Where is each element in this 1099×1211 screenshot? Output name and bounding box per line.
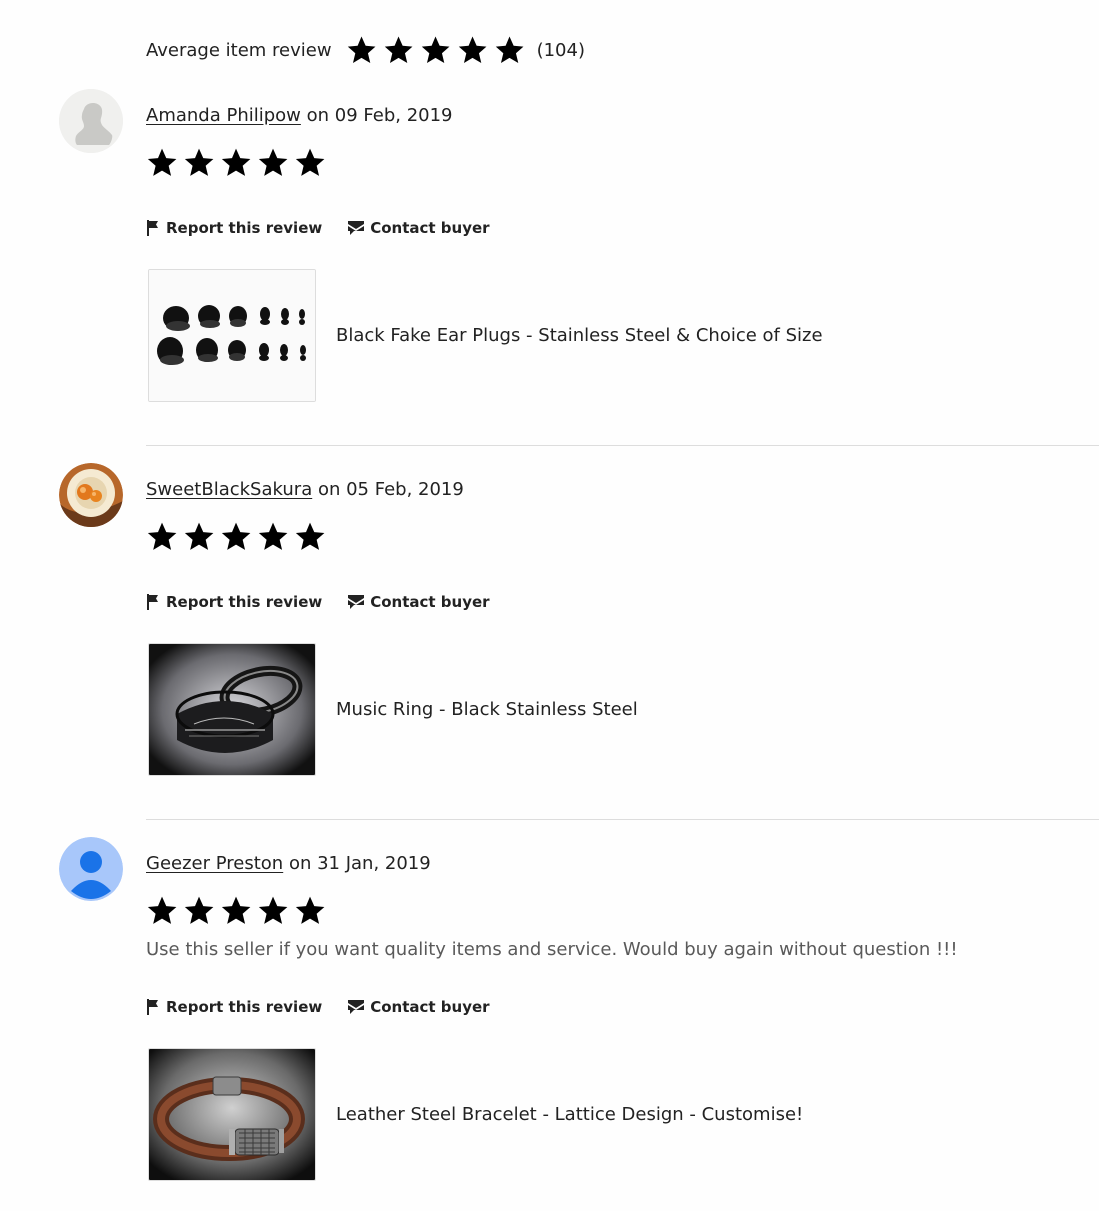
star-icon [146, 147, 178, 179]
product-title-link[interactable]: Black Fake Ear Plugs - Stainless Steel &… [336, 325, 823, 346]
review-rating-stars [146, 147, 326, 179]
review-divider [146, 819, 1099, 820]
review-date: on 05 Feb, 2019 [312, 479, 464, 500]
star-icon [220, 895, 252, 927]
ear-plugs-image [149, 270, 315, 401]
review-actions: Report this review Contact buyer [146, 998, 490, 1016]
report-review-button[interactable]: Report this review [146, 593, 322, 611]
envelope-icon [348, 595, 365, 609]
star-icon [257, 521, 289, 553]
contact-buyer-label: Contact buyer [370, 593, 490, 611]
review-date: on 09 Feb, 2019 [300, 105, 453, 126]
leather-bracelet-image [149, 1049, 315, 1180]
star-icon [220, 521, 252, 553]
report-review-label: Report this review [166, 593, 323, 611]
star-icon [420, 35, 451, 66]
contact-buyer-button[interactable]: Contact buyer [348, 593, 490, 611]
star-icon [383, 35, 414, 66]
review-rating-stars [146, 895, 326, 927]
star-icon [183, 147, 215, 179]
flag-icon [147, 594, 158, 610]
review-divider [146, 445, 1099, 446]
star-icon [457, 35, 488, 66]
product-thumbnail[interactable] [148, 643, 316, 776]
average-review-label: Average item review [146, 39, 332, 61]
review-header: Geezer Preston on 31 Jan, 2019 [146, 853, 431, 874]
star-icon [257, 147, 289, 179]
star-icon [220, 147, 252, 179]
default-user-avatar-icon [59, 837, 123, 901]
star-icon [146, 521, 178, 553]
review-date: on 31 Jan, 2019 [283, 853, 431, 874]
avatar[interactable] [59, 89, 123, 153]
review-item: SweetBlackSakura on 05 Feb, 2019 Report … [0, 463, 1099, 837]
reviewed-product[interactable]: Music Ring - Black Stainless Steel [148, 643, 638, 776]
envelope-icon [348, 221, 365, 235]
star-icon [257, 895, 289, 927]
review-count: (104) [536, 39, 585, 61]
reviewed-product[interactable]: Black Fake Ear Plugs - Stainless Steel &… [148, 269, 823, 402]
report-review-button[interactable]: Report this review [146, 219, 322, 237]
product-title-link[interactable]: Music Ring - Black Stainless Steel [336, 699, 638, 720]
product-title-link[interactable]: Leather Steel Bracelet - Lattice Design … [336, 1104, 803, 1125]
average-review-summary: Average item review (104) [146, 30, 585, 70]
review-item: Amanda Philipow on 09 Feb, 2019 Report t… [0, 89, 1099, 463]
star-icon [146, 895, 178, 927]
average-rating-stars [346, 35, 525, 66]
envelope-icon [348, 1000, 365, 1014]
report-review-button[interactable]: Report this review [146, 998, 322, 1016]
reviewed-product[interactable]: Leather Steel Bracelet - Lattice Design … [148, 1048, 803, 1181]
avatar-photo-icon [59, 463, 123, 527]
contact-buyer-button[interactable]: Contact buyer [348, 219, 490, 237]
avatar[interactable] [59, 837, 123, 901]
contact-buyer-label: Contact buyer [370, 998, 490, 1016]
report-review-label: Report this review [166, 219, 323, 237]
flag-icon [147, 999, 158, 1015]
reviewer-name-link[interactable]: SweetBlackSakura [146, 479, 312, 500]
flag-icon [147, 220, 158, 236]
reviewer-name-link[interactable]: Amanda Philipow [146, 105, 301, 126]
star-icon [346, 35, 377, 66]
star-icon [294, 521, 326, 553]
review-actions: Report this review Contact buyer [146, 593, 490, 611]
review-actions: Report this review Contact buyer [146, 219, 490, 237]
reviewer-name-link[interactable]: Geezer Preston [146, 853, 283, 874]
product-thumbnail[interactable] [148, 269, 316, 402]
star-icon [183, 521, 215, 553]
star-icon [294, 895, 326, 927]
contact-buyer-button[interactable]: Contact buyer [348, 998, 490, 1016]
product-thumbnail[interactable] [148, 1048, 316, 1181]
review-rating-stars [146, 521, 326, 553]
avatar-silhouette-icon [59, 89, 123, 153]
star-icon [494, 35, 525, 66]
report-review-label: Report this review [166, 998, 323, 1016]
music-ring-image [149, 644, 315, 775]
review-item: Geezer Preston on 31 Jan, 2019 Use this … [0, 837, 1099, 1211]
contact-buyer-label: Contact buyer [370, 219, 490, 237]
avatar[interactable] [59, 463, 123, 527]
star-icon [183, 895, 215, 927]
review-header: SweetBlackSakura on 05 Feb, 2019 [146, 479, 464, 500]
review-text: Use this seller if you want quality item… [146, 939, 958, 960]
review-header: Amanda Philipow on 09 Feb, 2019 [146, 105, 453, 126]
star-icon [294, 147, 326, 179]
